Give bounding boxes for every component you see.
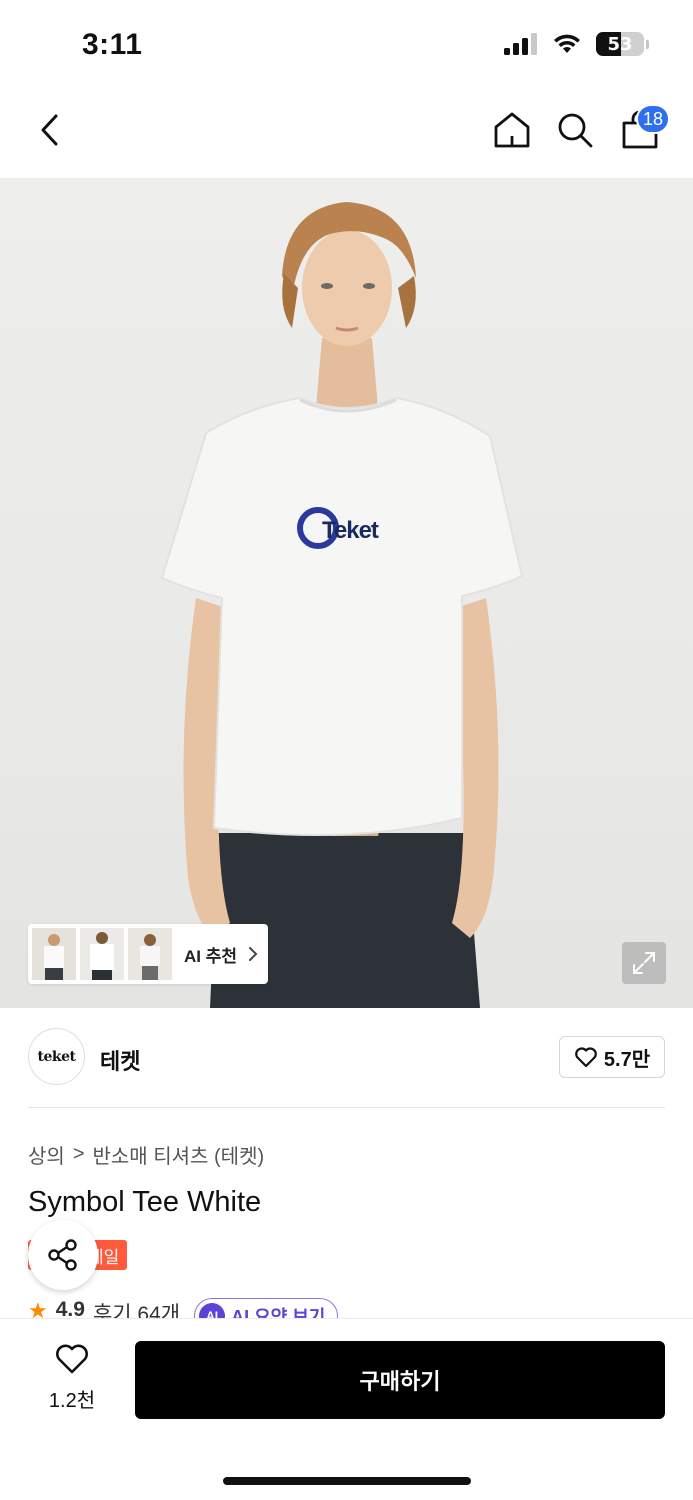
product-title: Symbol Tee White <box>28 1186 262 1218</box>
recommend-thumbnail[interactable] <box>80 928 124 980</box>
breadcrumb-subcategory[interactable]: 반소매 티셔츠 (테켓) <box>93 1140 265 1169</box>
brand-logo[interactable]: teket <box>28 1028 85 1085</box>
breadcrumb: 상의 > 반소매 티셔츠 (테켓) <box>28 1140 264 1169</box>
model-photo: Teket <box>160 202 524 1008</box>
heart-icon <box>575 1047 597 1068</box>
brand-like-button[interactable]: 5.7만 <box>559 1036 665 1078</box>
share-icon <box>48 1239 77 1271</box>
buy-button[interactable]: 구매하기 <box>135 1341 665 1419</box>
expand-icon <box>633 952 655 974</box>
thumbnail-image <box>32 928 76 980</box>
chevron-left-icon <box>41 114 58 146</box>
share-button[interactable] <box>28 1220 98 1290</box>
breadcrumb-separator: > <box>72 1143 85 1165</box>
expand-image-button[interactable] <box>622 942 666 984</box>
brand-name[interactable]: 테켓 <box>100 1044 140 1076</box>
brand-like-count: 5.7만 <box>603 1048 651 1071</box>
cart-count-badge: 18 <box>636 104 670 134</box>
battery-level: 53 <box>607 33 633 55</box>
shirt-print-text: Teket <box>322 517 379 544</box>
status-time: 3:11 <box>82 28 143 61</box>
wishlist-button[interactable]: 1.2천 <box>38 1343 106 1413</box>
wifi-icon <box>554 34 580 53</box>
top-nav <box>0 90 693 178</box>
home-button[interactable] <box>488 106 536 154</box>
search-icon <box>558 113 593 148</box>
product-image[interactable]: Teket <box>0 178 693 1008</box>
battery-tip <box>646 39 649 49</box>
thumbnail-image <box>128 928 172 980</box>
recommend-thumbnail[interactable] <box>32 928 76 980</box>
brand-row[interactable]: teket 테켓 5.7만 <box>28 1028 665 1086</box>
status-icons: 53 <box>504 32 649 56</box>
wishlist-count: 1.2천 <box>48 1390 96 1412</box>
brand-logo-text: teket <box>37 1048 76 1065</box>
status-bar: 3:11 53 <box>0 0 693 90</box>
recommend-thumbnail[interactable] <box>128 928 172 980</box>
bottom-action-bar: 1.2천 구매하기 <box>0 1318 693 1500</box>
back-button[interactable] <box>26 106 74 154</box>
signal-icon <box>504 33 537 55</box>
breadcrumb-category[interactable]: 상의 <box>28 1140 65 1169</box>
ai-recommend-label: AI 추천 <box>184 946 238 966</box>
heart-icon <box>56 1344 88 1374</box>
home-indicator <box>223 1477 471 1485</box>
home-icon <box>494 112 530 148</box>
battery-indicator: 53 <box>596 32 644 56</box>
thumbnail-image <box>80 928 124 980</box>
divider <box>28 1107 665 1108</box>
chevron-right-icon <box>249 947 258 961</box>
search-button[interactable] <box>551 106 599 154</box>
ai-recommend-card[interactable]: AI 추천 <box>28 924 268 984</box>
